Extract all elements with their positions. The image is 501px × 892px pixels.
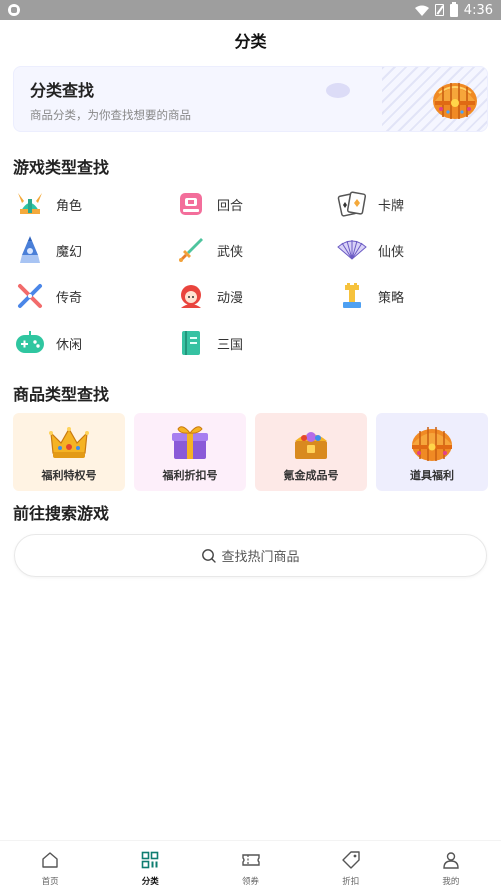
banner-title: 分类查找: [30, 81, 95, 100]
book-icon: [176, 328, 206, 358]
category-icon: [141, 851, 159, 869]
cards-icon: [337, 189, 367, 219]
sword-icon: [176, 235, 206, 265]
nav-label: 领券: [242, 877, 260, 887]
search-icon: [202, 548, 217, 563]
game-type-label: 传奇: [56, 290, 83, 306]
tower-icon: [337, 281, 367, 311]
nav-label: 首页: [41, 877, 59, 887]
gift-box-icon: [172, 426, 208, 459]
home-icon: [42, 852, 58, 868]
category-banner: 分类查找 商品分类，为你查找想要的商品: [13, 66, 488, 132]
goods-card-label: 道具福利: [410, 469, 454, 482]
nav-mine[interactable]: 我的: [401, 841, 501, 892]
game-type-label: 休闲: [56, 337, 83, 353]
search-placeholder: 查找热门商品: [221, 550, 300, 565]
game-type-turn[interactable]: 回合: [176, 189, 243, 219]
crown-icon: [49, 427, 89, 458]
title-bar: 分类: [0, 20, 501, 60]
tag-icon: [342, 851, 360, 869]
game-type-wuxia[interactable]: 武侠: [176, 235, 243, 265]
banner-decoration: [326, 83, 350, 98]
jeweled-chest-icon: [412, 427, 452, 461]
game-type-label: 卡牌: [378, 198, 405, 214]
status-time: 4:36: [463, 2, 493, 18]
game-types-title: 游戏类型查找: [13, 158, 110, 177]
status-bar: 4:36: [0, 0, 501, 20]
goods-card-privilege[interactable]: 福利特权号: [13, 413, 125, 491]
game-type-xianxia[interactable]: 仙侠: [337, 235, 404, 265]
user-icon: [443, 852, 459, 869]
nav-discount[interactable]: 折扣: [301, 841, 401, 892]
game-type-three-kingdoms[interactable]: 三国: [176, 328, 243, 358]
bottom-navigation: 首页 分类 领券 折扣 我的: [0, 840, 501, 892]
game-type-role[interactable]: 角色: [15, 189, 82, 219]
goods-card-discount[interactable]: 福利折扣号: [134, 413, 246, 491]
nav-category[interactable]: 分类: [100, 841, 200, 892]
game-type-label: 角色: [56, 198, 83, 214]
gamepad-icon: [15, 328, 45, 358]
game-type-label: 三国: [217, 337, 244, 353]
game-type-cards[interactable]: 卡牌: [337, 189, 404, 219]
coupon-icon: [241, 854, 260, 866]
jeweled-chest-icon: [433, 83, 477, 119]
page-title: 分类: [234, 32, 267, 51]
banner-subtitle: 商品分类，为你查找想要的商品: [30, 108, 191, 122]
nav-label: 折扣: [342, 877, 360, 887]
viking-helmet-icon: [15, 189, 45, 219]
search-section-title: 前往搜索游戏: [13, 504, 110, 523]
goods-card-label: 福利特权号: [41, 469, 97, 482]
game-type-strategy[interactable]: 策略: [337, 281, 404, 311]
game-type-label: 回合: [217, 198, 244, 214]
game-type-label: 魔幻: [56, 244, 83, 260]
treasure-chest-icon: [295, 432, 327, 459]
goods-card-label: 氪金成品号: [283, 469, 339, 482]
nav-label: 我的: [442, 877, 460, 887]
game-type-label: 仙侠: [378, 244, 405, 260]
nav-label: 分类: [141, 877, 159, 887]
game-type-label: 策略: [378, 290, 405, 306]
wifi-icon: [414, 5, 429, 16]
game-type-label: 动漫: [217, 290, 244, 306]
goods-types-title: 商品类型查找: [13, 385, 110, 404]
crossed-swords-icon: [15, 281, 45, 311]
no-sim-icon: [434, 4, 444, 16]
battery-icon: [449, 1, 458, 17]
notification-icon: [8, 4, 20, 16]
game-type-label: 武侠: [217, 244, 244, 260]
nav-coupon[interactable]: 领券: [200, 841, 300, 892]
game-type-legend[interactable]: 传奇: [15, 281, 82, 311]
game-type-anime[interactable]: 动漫: [176, 281, 243, 311]
anime-girl-icon: [176, 281, 206, 311]
goods-card-label: 福利折扣号: [162, 469, 218, 482]
nav-home[interactable]: 首页: [0, 841, 100, 892]
goods-card-premium[interactable]: 氪金成品号: [255, 413, 367, 491]
goods-card-items[interactable]: 道具福利: [376, 413, 488, 491]
fan-icon: [337, 235, 367, 265]
game-type-casual[interactable]: 休闲: [15, 328, 82, 358]
search-input[interactable]: 查找热门商品: [14, 534, 487, 577]
wizard-icon: [15, 235, 45, 265]
game-type-magic[interactable]: 魔幻: [15, 235, 82, 265]
turn-icon: [176, 189, 206, 219]
